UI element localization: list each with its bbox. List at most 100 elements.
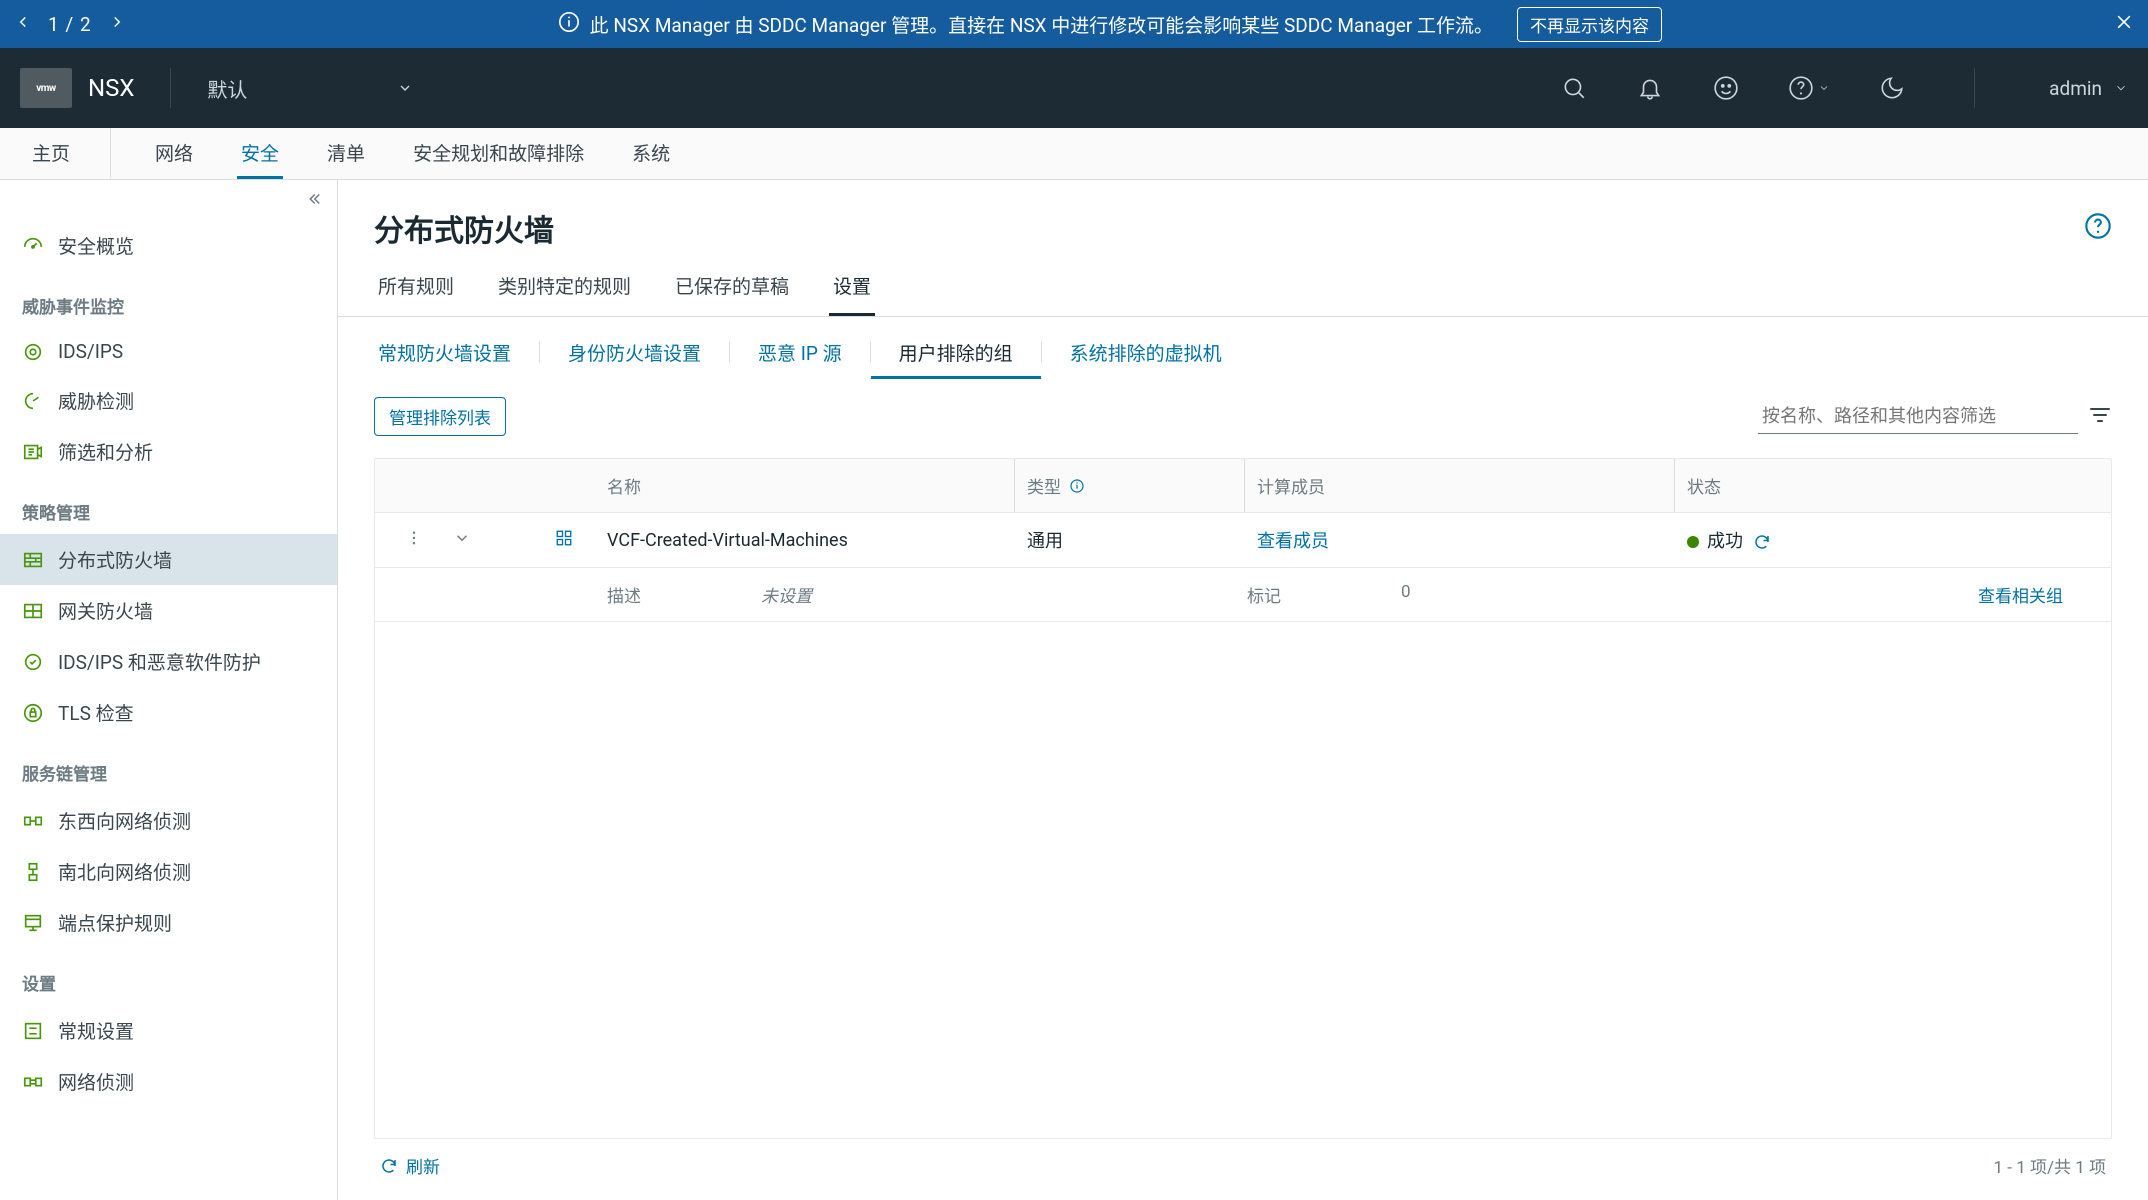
tab-system[interactable]: 系统 — [628, 128, 674, 179]
status-dot-success — [1687, 536, 1699, 548]
row-count: 1 - 1 项/共 1 项 — [1994, 1153, 2106, 1178]
sidebar-item-label: 网络侦测 — [58, 1068, 134, 1095]
desc-label: 描述 — [607, 582, 641, 607]
sidebar-item-gfw[interactable]: 网关防火墙 — [0, 585, 337, 636]
sidebar-item-tls[interactable]: TLS 检查 — [0, 687, 337, 738]
col-status: 状态 — [1675, 459, 2111, 512]
notification-banner: 1 / 2 此 NSX Manager 由 SDDC Manager 管理。直接… — [0, 0, 2148, 48]
firewall-icon — [22, 549, 44, 571]
sidebar-item-general[interactable]: 常规设置 — [0, 1005, 337, 1056]
tab-plan[interactable]: 安全规划和故障排除 — [409, 128, 588, 179]
banner-message: 此 NSX Manager 由 SDDC Manager 管理。直接在 NSX … — [590, 11, 1493, 38]
banner-prev-icon[interactable] — [14, 13, 32, 36]
header-divider-2 — [1974, 68, 1975, 108]
tab-network[interactable]: 网络 — [151, 128, 197, 179]
scope-dropdown[interactable]: 默认 — [207, 74, 413, 103]
help-dropdown-icon[interactable] — [1788, 74, 1830, 102]
view-members-link[interactable]: 查看成员 — [1257, 531, 1329, 552]
subtab-category[interactable]: 类别特定的规则 — [494, 272, 635, 316]
table-header: 名称 类型 计算成员 状态 — [375, 459, 2111, 513]
search-input[interactable] — [1758, 400, 2078, 434]
sidebar-item-ep[interactable]: 端点保护规则 — [0, 897, 337, 948]
status-refresh-icon[interactable] — [1747, 531, 1771, 552]
secondary-tabs: 所有规则 类别特定的规则 已保存的草稿 设置 — [338, 272, 2148, 317]
sidebar-item-label: 东西向网络侦测 — [58, 807, 191, 834]
sidebar-item-label: 筛选和分析 — [58, 438, 153, 465]
user-menu[interactable]: admin — [2049, 77, 2128, 100]
ns-icon — [22, 861, 44, 883]
tag-value: 0 — [1401, 582, 1411, 607]
row-name: VCF-Created-Virtual-Machines — [595, 516, 1015, 565]
app-header: vmw NSX 默认 admin — [0, 48, 2148, 128]
chevron-down-icon — [397, 80, 413, 96]
exclusion-table: 名称 类型 计算成员 状态 VCF-Created-Virtual-Machin… — [374, 458, 2112, 1139]
smiley-icon[interactable] — [1712, 74, 1740, 102]
tab-security[interactable]: 安全 — [237, 128, 283, 179]
target-icon — [22, 341, 44, 363]
sstab-general[interactable]: 常规防火墙设置 — [374, 339, 539, 379]
sidebar-item-label: 端点保护规则 — [58, 909, 172, 936]
sstab-malip[interactable]: 恶意 IP 源 — [730, 339, 870, 379]
info-icon — [558, 11, 580, 38]
row-menu-icon[interactable] — [405, 529, 423, 552]
sidebar-item-ids[interactable]: IDS/IPS — [0, 328, 337, 375]
sidebar-item-probe[interactable]: 网络侦测 — [0, 1056, 337, 1107]
theme-toggle-icon[interactable] — [1878, 74, 1906, 102]
sidebar-item-label: 网关防火墙 — [58, 597, 153, 624]
sstab-sysexcl[interactable]: 系统排除的虚拟机 — [1042, 339, 1250, 379]
sidebar-item-label: 南北向网络侦测 — [58, 858, 191, 885]
sidebar-item-detect[interactable]: 威胁检测 — [0, 375, 337, 426]
sidebar-item-idsmal[interactable]: IDS/IPS 和恶意软件防护 — [0, 636, 337, 687]
sidebar-item-dfw[interactable]: 分布式防火墙 — [0, 534, 337, 585]
header-divider — [170, 68, 171, 108]
tab-home[interactable]: 主页 — [28, 128, 111, 179]
col-members: 计算成员 — [1245, 459, 1675, 512]
desc-value: 未设置 — [761, 582, 812, 607]
col-name: 名称 — [595, 459, 1015, 512]
group-icon — [555, 529, 573, 552]
col-type: 类型 — [1015, 459, 1245, 512]
related-groups-link[interactable]: 查看相关组 — [1978, 582, 2099, 607]
sidebar-collapse-icon[interactable] — [305, 190, 323, 212]
user-name: admin — [2049, 77, 2102, 100]
tag-label: 标记 — [1247, 582, 1281, 607]
content-area: 分布式防火墙 所有规则 类别特定的规则 已保存的草稿 设置 常规防火墙设置 身份… — [338, 180, 2148, 1200]
subtab-drafts[interactable]: 已保存的草稿 — [671, 272, 793, 316]
firewall-icon — [22, 600, 44, 622]
sidebar-section-policy: 策略管理 — [0, 477, 337, 534]
vmware-logo: vmw — [20, 68, 72, 108]
sidebar-item-filter[interactable]: 筛选和分析 — [0, 426, 337, 477]
sidebar-item-label: 分布式防火墙 — [58, 546, 172, 573]
row-expand-icon[interactable] — [453, 529, 471, 552]
refresh-button[interactable]: 刷新 — [380, 1153, 440, 1178]
tertiary-tabs: 常规防火墙设置 身份防火墙设置 恶意 IP 源 用户排除的组 系统排除的虚拟机 — [374, 339, 2112, 379]
sidebar-item-label: TLS 检查 — [58, 699, 134, 726]
sidebar-section-settings: 设置 — [0, 948, 337, 1005]
sidebar-item-overview[interactable]: 安全概览 — [0, 220, 337, 271]
sidebar-item-label: IDS/IPS 和恶意软件防护 — [58, 648, 261, 675]
tab-inventory[interactable]: 清单 — [323, 128, 369, 179]
page-title: 分布式防火墙 — [374, 206, 554, 250]
sidebar-item-ew[interactable]: 东西向网络侦测 — [0, 795, 337, 846]
endpoint-icon — [22, 912, 44, 934]
subtab-settings[interactable]: 设置 — [829, 272, 875, 316]
help-icon[interactable] — [2084, 212, 2112, 244]
subtab-all[interactable]: 所有规则 — [374, 272, 458, 316]
analysis-icon — [22, 441, 44, 463]
toolbar: 管理排除列表 — [374, 397, 2112, 436]
sidebar-section-chain: 服务链管理 — [0, 738, 337, 795]
banner-next-icon[interactable] — [108, 13, 126, 36]
filter-icon[interactable] — [2088, 403, 2112, 431]
chevron-down-icon — [2114, 81, 2128, 95]
banner-page-indicator: 1 / 2 — [48, 13, 92, 36]
sstab-userexcl[interactable]: 用户排除的组 — [871, 339, 1041, 379]
sstab-identity[interactable]: 身份防火墙设置 — [540, 339, 729, 379]
manage-exclusion-button[interactable]: 管理排除列表 — [374, 397, 506, 436]
search-icon[interactable] — [1560, 74, 1588, 102]
bell-icon[interactable] — [1636, 74, 1664, 102]
probe-icon — [22, 1071, 44, 1093]
banner-close-icon[interactable] — [2094, 12, 2134, 37]
banner-dismiss-button[interactable]: 不再显示该内容 — [1517, 7, 1662, 42]
sidebar-item-ns[interactable]: 南北向网络侦测 — [0, 846, 337, 897]
info-icon[interactable] — [1069, 478, 1085, 494]
